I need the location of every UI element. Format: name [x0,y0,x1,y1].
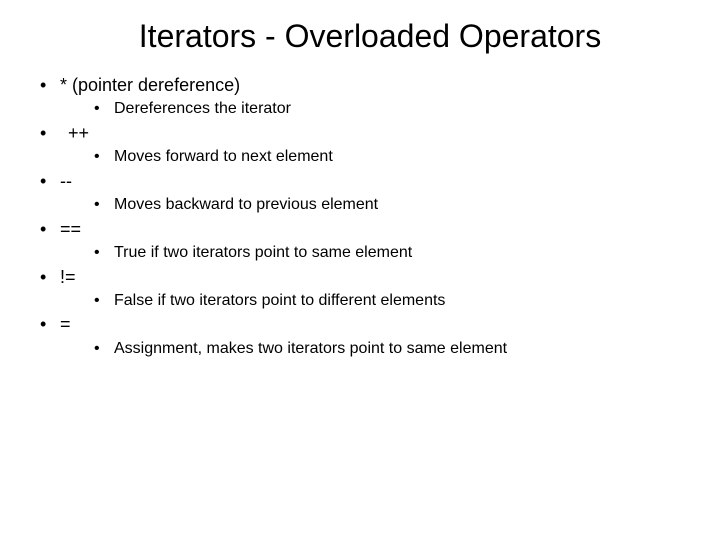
operator-text: != [60,267,76,287]
operator-text: == [60,219,81,239]
description-text: True if two iterators point to same elem… [114,244,412,261]
list-subitem: False if two iterators point to differen… [24,290,696,312]
operator-text: = [60,314,71,334]
operator-text: -- [60,171,72,191]
list-item: = [24,312,696,336]
description-text: False if two iterators point to differen… [114,292,445,309]
list-subitem: Moves backward to previous element [24,194,696,216]
operator-list: * (pointer dereference) Dereferences the… [24,73,696,359]
list-item: == [24,217,696,241]
list-item: ++ [24,121,696,145]
list-subitem: True if two iterators point to same elem… [24,242,696,264]
description-text: Moves backward to previous element [114,196,378,213]
list-item: * (pointer dereference) [24,73,696,97]
operator-text: * (pointer dereference) [60,75,240,95]
list-subitem: Assignment, makes two iterators point to… [24,338,696,360]
list-item: -- [24,169,696,193]
list-item: != [24,265,696,289]
operator-text: ++ [68,123,89,143]
description-text: Dereferences the iterator [114,100,291,117]
list-subitem: Dereferences the iterator [24,98,696,120]
slide-title: Iterators - Overloaded Operators [24,18,696,55]
slide: Iterators - Overloaded Operators * (poin… [0,0,720,540]
description-text: Moves forward to next element [114,148,333,165]
description-text: Assignment, makes two iterators point to… [114,340,507,357]
list-subitem: Moves forward to next element [24,146,696,168]
